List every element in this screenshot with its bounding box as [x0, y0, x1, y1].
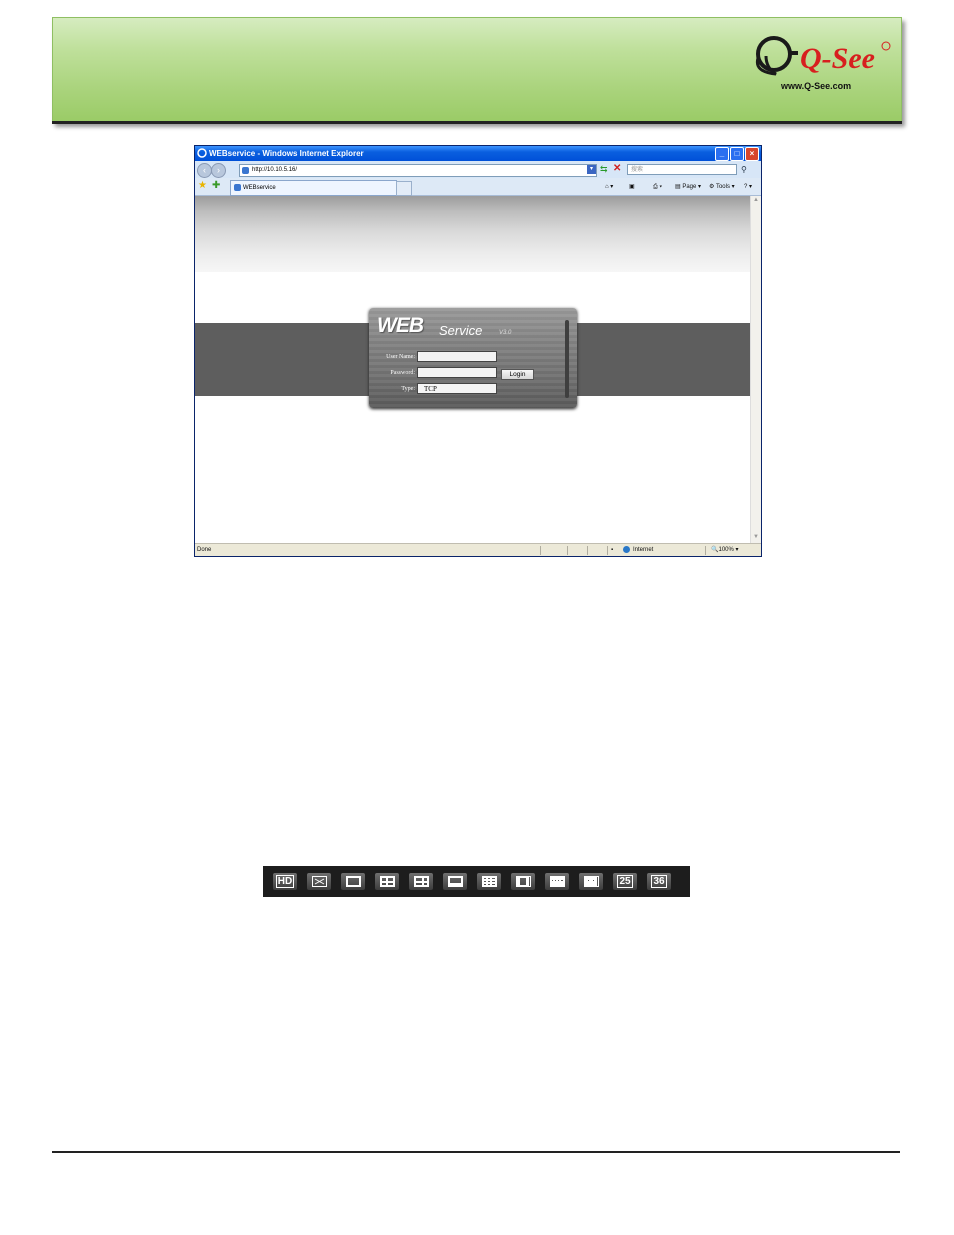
browser-title: WEBservice - Windows Internet Explorer	[209, 149, 364, 158]
feeds-icon[interactable]: ▣	[629, 181, 635, 193]
login-panel: WEB Service V3.0 User Name: Password: Lo…	[369, 308, 577, 408]
address-input[interactable]: http://10.10.5.16/	[239, 164, 597, 177]
refresh-icon[interactable]: ⇆	[600, 164, 608, 175]
footer-divider	[52, 1151, 900, 1153]
layout-20-icon	[583, 876, 599, 887]
layout-36-button[interactable]: 36	[647, 873, 671, 890]
fullscreen-icon	[311, 876, 327, 887]
close-button[interactable]: ×	[745, 147, 759, 161]
login-button[interactable]: Login	[501, 369, 534, 380]
address-bar-row: ‹ › http://10.10.5.16/ ▾ ⇆ ✕ 搜索 ⚲	[195, 161, 761, 178]
browser-window: WEBservice - Windows Internet Explorer _…	[194, 145, 762, 557]
stop-icon[interactable]: ✕	[613, 163, 621, 174]
tab-title: WEBservice	[243, 185, 276, 191]
status-bar: Done ▪ Internet 🔍100% ▾	[195, 543, 761, 556]
page-top-gradient	[195, 196, 751, 272]
password-label: Password:	[390, 370, 415, 376]
type-select[interactable]: TCP	[417, 383, 497, 394]
tab-favicon	[234, 184, 241, 191]
layout-9-button[interactable]	[477, 873, 501, 890]
layout-36-icon: 36	[651, 875, 667, 888]
scroll-up-icon[interactable]: ▲	[752, 197, 760, 205]
layout-25-button[interactable]: 25	[613, 873, 637, 890]
layout-25-icon: 25	[617, 875, 633, 888]
version-label: V3.0	[499, 330, 512, 336]
logo-brand-text: Q-See	[800, 42, 875, 75]
zone-label: Internet	[633, 547, 654, 553]
panel-edge	[565, 320, 569, 398]
layout-9-icon	[481, 876, 497, 887]
layout-6-button[interactable]	[409, 873, 433, 890]
layout-13-icon	[515, 876, 531, 887]
layout-8-icon	[447, 876, 463, 887]
page-menu[interactable]: ▤ Page ▾	[675, 181, 701, 193]
tab-bar: ★ ✚ WEBservice ⌂ ▾ ▣ ⎙ ▾ ▤ Page ▾ ⚙ Tool…	[195, 178, 761, 196]
page-favicon	[242, 167, 249, 174]
maximize-button[interactable]: □	[730, 147, 744, 161]
layout-6-icon	[413, 876, 429, 887]
username-label: User Name:	[386, 354, 415, 360]
layout-4-icon	[379, 876, 395, 887]
hd-button[interactable]: HD	[273, 873, 297, 890]
web-logo: WEB	[377, 314, 424, 337]
globe-icon	[623, 545, 630, 553]
add-favorite-icon[interactable]: ✚	[212, 180, 220, 191]
service-logo: Service	[439, 323, 483, 338]
new-tab-button[interactable]	[396, 181, 412, 196]
ie-icon	[197, 148, 207, 158]
tab-webservice[interactable]: WEBservice	[230, 180, 397, 196]
browser-titlebar: WEBservice - Windows Internet Explorer _…	[195, 146, 761, 161]
back-icon[interactable]: ‹	[197, 163, 212, 178]
layout-8-button[interactable]	[443, 873, 467, 890]
layout-1-button[interactable]	[341, 873, 365, 890]
layout-16-icon	[549, 876, 565, 887]
scroll-down-icon[interactable]: ▼	[752, 534, 760, 542]
layout-16-button[interactable]	[545, 873, 569, 890]
password-input[interactable]	[417, 367, 497, 378]
search-input[interactable]: 搜索	[627, 164, 737, 175]
protected-mode-icon: ▪	[611, 547, 614, 553]
search-icon[interactable]: ⚲	[741, 164, 750, 175]
address-dropdown-icon[interactable]: ▾	[587, 165, 596, 174]
tools-menu-label: Tools	[715, 184, 730, 190]
print-icon[interactable]: ⎙ ▾	[653, 181, 662, 193]
fullscreen-button[interactable]	[307, 873, 331, 890]
status-text: Done	[197, 547, 212, 553]
page-menu-label: Page	[682, 184, 697, 190]
layout-4-button[interactable]	[375, 873, 399, 890]
zoom-label: 100%	[718, 547, 734, 553]
favorites-star-icon[interactable]: ★	[198, 180, 207, 191]
forward-icon[interactable]: ›	[211, 163, 226, 178]
help-icon[interactable]: ? ▾	[744, 181, 752, 193]
home-icon[interactable]: ⌂ ▾	[605, 181, 613, 193]
tools-menu[interactable]: ⚙ Tools ▾	[709, 181, 735, 193]
layout-1-icon	[345, 876, 361, 887]
zoom-control[interactable]: 🔍100% ▾	[711, 544, 739, 556]
username-input[interactable]	[417, 351, 497, 362]
page-content: WEB Service V3.0 User Name: Password: Lo…	[195, 196, 751, 543]
logo-url: www.Q-See.com	[781, 81, 852, 91]
security-zone: Internet	[623, 544, 653, 556]
layout-20-button[interactable]	[579, 873, 603, 890]
header-divider	[52, 121, 902, 124]
view-toolbar: HD 25 36	[263, 866, 690, 897]
minimize-button[interactable]: _	[715, 147, 729, 161]
layout-13-button[interactable]	[511, 873, 535, 890]
vertical-scrollbar[interactable]: ▲ ▼	[750, 196, 761, 543]
hd-icon: HD	[275, 875, 295, 888]
type-label: Type:	[401, 386, 415, 392]
address-text: http://10.10.5.16/	[252, 167, 298, 173]
